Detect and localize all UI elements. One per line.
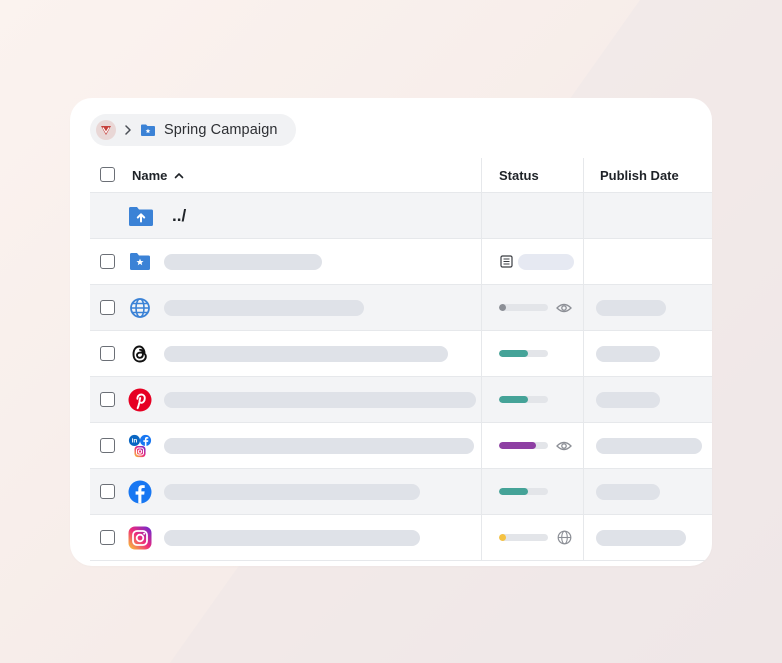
column-divider xyxy=(481,377,482,422)
column-divider xyxy=(583,331,584,376)
date-placeholder xyxy=(596,391,660,408)
row-checkbox[interactable] xyxy=(100,253,115,269)
parent-folder-row[interactable]: ../ xyxy=(90,193,712,239)
status-progress-fill xyxy=(499,441,536,449)
date-placeholder xyxy=(596,345,660,362)
column-header-publish-date[interactable]: Publish Date xyxy=(600,158,679,192)
column-header-status[interactable]: Status xyxy=(499,158,539,192)
date-placeholder xyxy=(596,437,702,454)
chevron-right-icon xyxy=(124,125,132,135)
column-divider xyxy=(481,331,482,376)
table-row[interactable] xyxy=(90,285,712,331)
name-placeholder xyxy=(164,483,420,500)
chevron-up-icon[interactable] xyxy=(174,172,184,179)
column-divider xyxy=(583,515,584,560)
row-checkbox[interactable] xyxy=(100,345,115,361)
svg-text:in: in xyxy=(132,437,138,444)
column-name-label: Name xyxy=(132,167,168,183)
starred-folder-icon xyxy=(140,123,156,137)
breadcrumb: Spring Campaign xyxy=(90,114,296,146)
pinterest-icon xyxy=(128,388,152,412)
status-progress-bar xyxy=(499,487,548,495)
name-placeholder xyxy=(164,299,364,316)
column-header-name[interactable]: Name xyxy=(132,158,184,192)
status-placeholder xyxy=(518,253,574,270)
folder-up-icon xyxy=(128,204,154,228)
row-checkbox[interactable] xyxy=(100,299,115,315)
column-divider xyxy=(583,377,584,422)
column-divider xyxy=(481,193,482,238)
starred-folder-icon xyxy=(128,250,152,274)
column-divider xyxy=(583,158,584,192)
threads-icon xyxy=(128,342,152,366)
table-row[interactable] xyxy=(90,377,712,423)
brand-logo-icon[interactable] xyxy=(96,120,116,140)
file-table: Name Status Publish Date ../ in xyxy=(90,158,712,561)
table-row[interactable]: in xyxy=(90,423,712,469)
name-placeholder xyxy=(164,253,322,270)
instagram-icon xyxy=(128,526,152,550)
status-progress-fill xyxy=(499,533,507,541)
status-progress-bar xyxy=(499,441,548,449)
status-progress-fill xyxy=(499,349,529,357)
row-checkbox[interactable] xyxy=(100,483,115,499)
table-row[interactable] xyxy=(90,239,712,285)
name-placeholder xyxy=(164,529,420,546)
name-placeholder xyxy=(164,437,474,454)
eye-icon[interactable] xyxy=(556,300,572,316)
parent-folder-label: ../ xyxy=(172,205,187,225)
status-progress-fill xyxy=(499,487,529,495)
eye-icon[interactable] xyxy=(556,438,572,454)
column-divider xyxy=(583,193,584,238)
status-progress-bar xyxy=(499,303,548,311)
select-all-checkbox[interactable] xyxy=(100,167,115,182)
status-progress-bar xyxy=(499,395,548,403)
breadcrumb-current-folder[interactable]: Spring Campaign xyxy=(164,122,278,138)
document-list-icon xyxy=(499,255,513,269)
status-progress-bar xyxy=(499,349,548,357)
status-progress-bar xyxy=(499,533,548,541)
column-divider xyxy=(583,469,584,514)
status-progress-fill xyxy=(499,303,507,311)
status-progress-fill xyxy=(499,395,529,403)
table-row[interactable] xyxy=(90,515,712,561)
column-divider xyxy=(583,239,584,284)
date-placeholder xyxy=(596,299,666,316)
column-divider xyxy=(481,285,482,330)
name-placeholder xyxy=(164,345,448,362)
date-placeholder xyxy=(596,529,686,546)
row-checkbox[interactable] xyxy=(100,437,115,453)
globe-icon xyxy=(128,296,152,320)
row-checkbox[interactable] xyxy=(100,529,115,545)
column-divider xyxy=(481,158,482,192)
table-row[interactable] xyxy=(90,331,712,377)
column-divider xyxy=(583,423,584,468)
name-placeholder xyxy=(164,391,476,408)
column-divider xyxy=(583,285,584,330)
facebook-icon xyxy=(128,480,152,504)
table-row[interactable] xyxy=(90,469,712,515)
column-divider xyxy=(481,515,482,560)
globe-icon[interactable] xyxy=(556,530,572,546)
table-header: Name Status Publish Date xyxy=(90,158,712,193)
column-divider xyxy=(481,239,482,284)
column-divider xyxy=(481,469,482,514)
file-browser-card: Spring Campaign Name Status Publish Date xyxy=(70,98,712,566)
multi-network-icon: in xyxy=(128,434,152,458)
row-checkbox[interactable] xyxy=(100,391,115,407)
date-placeholder xyxy=(596,483,660,500)
column-divider xyxy=(481,423,482,468)
